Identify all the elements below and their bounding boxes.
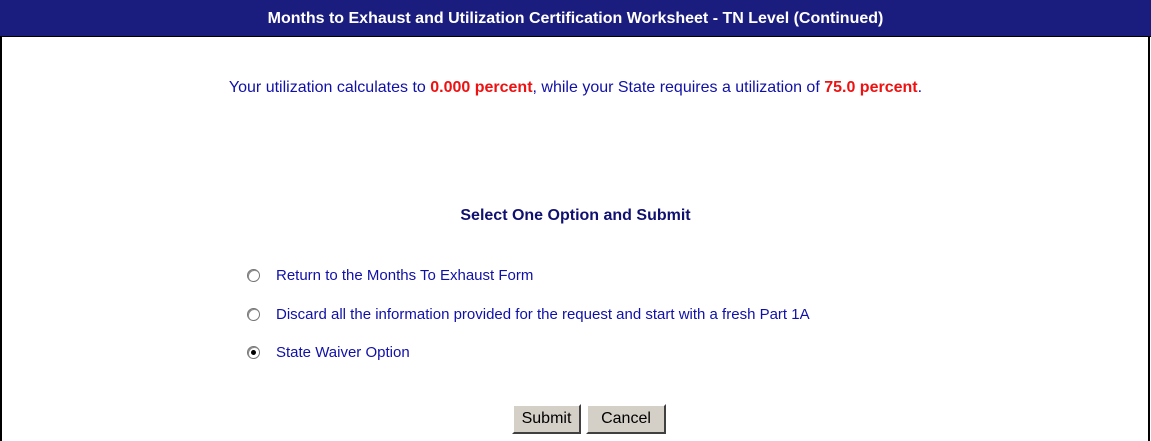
submit-button[interactable]: Submit: [512, 404, 581, 434]
radio-discard-and-restart[interactable]: [247, 307, 260, 321]
calculated-utilization-value: 0.000 percent: [430, 79, 533, 96]
radio-state-waiver[interactable]: [247, 345, 260, 359]
radio-return-to-form[interactable]: [247, 268, 260, 282]
utilization-prefix: Your utilization calculates to: [228, 79, 431, 96]
option-discard-and-restart[interactable]: Discard all the information provided for…: [247, 304, 810, 324]
utilization-suffix: .: [917, 79, 923, 96]
page-title: Months to Exhaust and Utilization Certif…: [0, 0, 1151, 37]
utilization-middle: , while your State requires a utilizatio…: [532, 79, 825, 96]
option-state-waiver[interactable]: State Waiver Option: [247, 342, 410, 362]
option-return-to-form[interactable]: Return to the Months To Exhaust Form: [247, 265, 533, 285]
option-label: State Waiver Option: [276, 343, 410, 361]
cancel-button[interactable]: Cancel: [586, 404, 666, 434]
required-utilization-value: 75.0 percent: [824, 79, 918, 96]
options-heading: Select One Option and Submit: [460, 207, 691, 224]
option-label: Discard all the information provided for…: [276, 305, 810, 323]
utilization-message: Your utilization calculates to 0.000 per…: [0, 79, 1151, 97]
option-label: Return to the Months To Exhaust Form: [276, 266, 534, 284]
